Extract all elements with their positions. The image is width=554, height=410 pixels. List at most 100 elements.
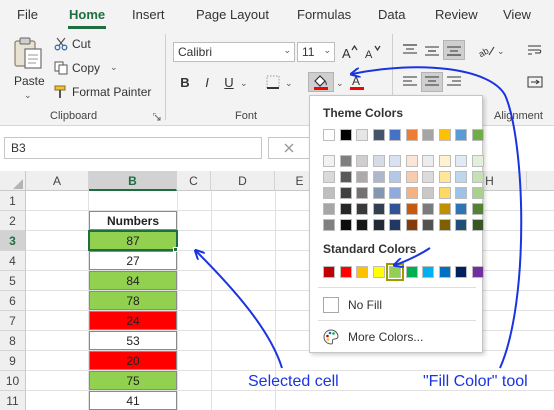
underline-button[interactable]: U [218,72,240,92]
standard-color-swatch[interactable] [339,266,352,278]
no-fill-option[interactable]: No Fill [310,292,482,318]
theme-color-swatch[interactable] [339,129,352,141]
standard-color-swatch[interactable] [471,266,484,278]
fill-color-button[interactable] [308,72,334,92]
theme-color-swatch[interactable] [356,129,368,141]
data-cell[interactable]: 20 [89,351,177,370]
theme-color-swatch[interactable] [471,129,484,141]
data-cell[interactable]: 27 [89,251,177,270]
theme-shade-swatch[interactable] [372,203,385,215]
align-right-button[interactable] [443,72,465,92]
chevron-down-icon[interactable]: ⌄ [283,45,291,56]
tab-review[interactable]: Review [435,7,478,22]
theme-color-swatch[interactable] [405,129,418,141]
font-size-box[interactable]: 11 ⌄ [297,42,335,62]
theme-shade-swatch[interactable] [323,171,335,183]
standard-color-swatch[interactable] [438,266,451,278]
theme-shade-swatch[interactable] [405,219,418,231]
standard-color-swatch[interactable] [405,266,418,278]
theme-shade-swatch[interactable] [372,155,385,167]
row-header-4[interactable]: 4 [0,251,26,271]
merge-center-button[interactable] [524,72,546,92]
theme-shade-swatch[interactable] [438,187,451,199]
row-header-6[interactable]: 6 [0,291,26,311]
tab-data[interactable]: Data [378,7,405,22]
data-cell[interactable]: 84 [89,271,177,290]
dialog-launcher-icon[interactable] [153,113,161,121]
row-header-2[interactable]: 2 [0,211,26,231]
cancel-icon[interactable] [283,142,295,154]
theme-shade-swatch[interactable] [455,187,467,199]
theme-shade-swatch[interactable] [422,187,434,199]
data-cell[interactable]: 87 [88,230,178,251]
theme-shade-swatch[interactable] [405,171,418,183]
column-header-d[interactable]: D [211,171,275,191]
theme-shade-swatch[interactable] [389,219,401,231]
standard-color-swatch[interactable] [386,263,404,281]
data-cell[interactable]: 75 [89,371,177,390]
align-center-button[interactable] [421,72,443,92]
theme-shade-swatch[interactable] [471,155,484,167]
wrap-text-button[interactable] [524,40,546,60]
data-cell[interactable]: 24 [89,311,177,330]
theme-shade-swatch[interactable] [455,203,467,215]
column-header-b[interactable]: B [89,171,177,191]
theme-color-swatch[interactable] [323,129,335,141]
theme-shade-swatch[interactable] [356,171,368,183]
standard-color-swatch[interactable] [372,266,385,278]
row-header-3[interactable]: 3 [0,231,26,251]
theme-shade-swatch[interactable] [389,187,401,199]
data-cell[interactable]: 41 [89,391,177,410]
theme-shade-swatch[interactable] [339,171,352,183]
theme-color-swatch[interactable] [422,129,434,141]
theme-shade-swatch[interactable] [405,187,418,199]
theme-shade-swatch[interactable] [455,219,467,231]
data-cell[interactable]: 53 [89,331,177,350]
theme-shade-swatch[interactable] [389,155,401,167]
table-header-cell[interactable]: Numbers [89,211,177,230]
orientation-dropdown-icon[interactable]: ⌄ [497,46,505,57]
font-color-button[interactable]: A [346,72,368,92]
align-top-button[interactable] [399,40,421,60]
theme-shade-swatch[interactable] [455,155,467,167]
copy-dropdown-icon[interactable]: ⌄ [110,62,118,73]
row-header-11[interactable]: 11 [0,391,26,410]
theme-shade-swatch[interactable] [471,219,484,231]
format-painter-button[interactable]: Format Painter [54,84,154,102]
theme-shade-swatch[interactable] [438,155,451,167]
orientation-button[interactable]: ab [476,40,498,60]
italic-button[interactable]: I [196,72,218,92]
row-header-7[interactable]: 7 [0,311,26,331]
theme-shade-swatch[interactable] [405,203,418,215]
theme-shade-swatch[interactable] [323,203,335,215]
theme-shade-swatch[interactable] [422,171,434,183]
borders-button[interactable] [262,72,284,92]
theme-shade-swatch[interactable] [339,219,352,231]
theme-shade-swatch[interactable] [405,155,418,167]
theme-shade-swatch[interactable] [339,203,352,215]
theme-shade-swatch[interactable] [356,155,368,167]
row-header-5[interactable]: 5 [0,271,26,291]
cut-button[interactable]: Cut [54,36,114,54]
paste-dropdown-icon[interactable]: ⌄ [24,90,32,101]
increase-font-size-button[interactable]: A [339,42,361,62]
theme-color-swatch[interactable] [389,129,401,141]
align-bottom-button[interactable] [443,40,465,60]
name-box[interactable]: B3 [4,137,262,159]
data-cell[interactable]: 78 [89,291,177,310]
theme-shade-swatch[interactable] [471,203,484,215]
paste-button[interactable]: Paste ⌄ [8,34,46,100]
tab-home[interactable]: Home [69,7,105,22]
more-colors-option[interactable]: More Colors... [310,324,482,350]
row-header-10[interactable]: 10 [0,371,26,391]
theme-shade-swatch[interactable] [438,219,451,231]
borders-dropdown-icon[interactable]: ⌄ [285,78,293,89]
theme-color-swatch[interactable] [372,129,385,141]
theme-shade-swatch[interactable] [372,187,385,199]
fill-handle[interactable] [173,247,178,252]
copy-button[interactable]: Copy ⌄ [54,60,124,78]
theme-shade-swatch[interactable] [438,203,451,215]
theme-shade-swatch[interactable] [372,219,385,231]
theme-shade-swatch[interactable] [471,171,484,183]
row-header-8[interactable]: 8 [0,331,26,351]
